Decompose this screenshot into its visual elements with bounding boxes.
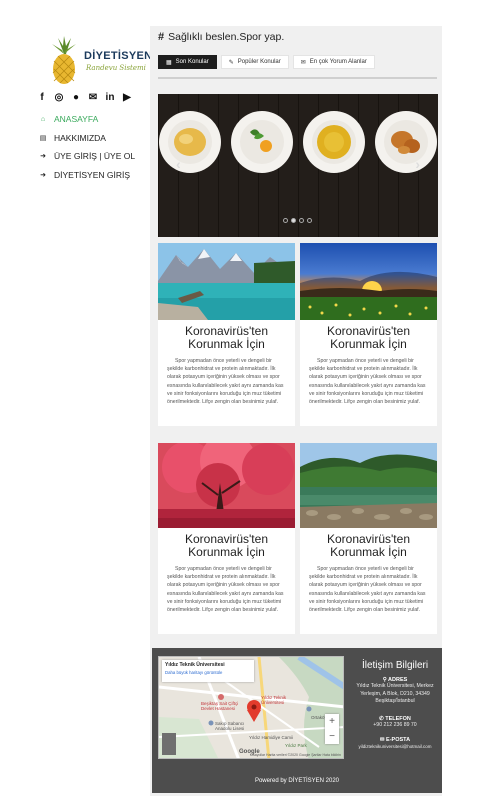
contact-info: İletişim Bilgileri ⚲ ADRES Yıldız Teknik… [352, 660, 438, 751]
nav-item-home[interactable]: ⌂ ANASAYFA [38, 110, 135, 129]
embedded-map[interactable]: Yıldız Teknik Üniversitesi Daha büyük ha… [158, 656, 344, 759]
nav-item-member-login[interactable]: ➜ ÜYE GİRİŞ | ÜYE OL [38, 147, 135, 166]
zoom-in-button[interactable]: + [329, 716, 335, 727]
map-larger-link[interactable]: Daha büyük haritayı görüntüle [165, 670, 251, 675]
address-value: Yıldız Teknik Üniversitesi, Merkez Yerle… [356, 683, 434, 704]
nav-item-about[interactable]: ▤ HAKKIMIZDA [38, 129, 135, 148]
instagram-icon[interactable]: ◎ [53, 91, 65, 103]
zoom-out-button[interactable]: − [329, 731, 335, 742]
article-image-lake [158, 243, 295, 320]
nav-item-dietitian-login[interactable]: ➜ DİYETİSYEN GİRİŞ [38, 166, 135, 185]
map-label: Yıldız Park [285, 743, 307, 748]
article-image-red-tree [158, 443, 295, 528]
carousel-dot-active[interactable] [291, 218, 296, 223]
tab-latest[interactable]: ▦ Son Konular [158, 55, 217, 69]
article-title[interactable]: Koronavirüs'ten Korunmak İçin [300, 533, 437, 559]
article-card[interactable]: Koronavirüs'ten Korunmak İçin Spor yapma… [158, 443, 295, 634]
tab-divider [158, 77, 437, 79]
brand-title: DİYETİSYEN [84, 50, 153, 62]
article-excerpt: Spor yapmadan önce yeterli ve dengeli bi… [167, 358, 284, 406]
article-card[interactable]: Koronavirüs'ten Korunmak İçin Spor yapma… [158, 243, 295, 426]
social-links: f ◎ ● ✉ in ▶ [36, 91, 133, 103]
facebook-icon[interactable]: f [36, 91, 48, 103]
carousel-dot[interactable] [299, 218, 304, 223]
tab-label: Son Konular [175, 59, 209, 65]
tab-label: Popüler Konular [237, 59, 281, 65]
carousel-dot[interactable] [283, 218, 288, 223]
home-icon: ⌂ [40, 115, 46, 123]
nav-label: ÜYE GİRİŞ | ÜYE OL [54, 151, 136, 162]
map-label: Yıldız Hamidiye Camii [249, 735, 294, 740]
sidebar: DİYETİSYEN Randevu Sistemi f ◎ ● ✉ in ▶ … [0, 0, 152, 805]
contact-title: İletişim Bilgileri [361, 660, 429, 671]
sign-in-icon: ➜ [40, 153, 46, 161]
map-attribution[interactable]: Kısayollar Harita verileri ©2020 Google … [250, 753, 341, 757]
nav-label: DİYETİSYEN GİRİŞ [54, 169, 131, 180]
article-image-forest-lake [300, 443, 437, 528]
brand-subtitle: Randevu Sistemi [86, 64, 146, 72]
sign-in-icon: ➜ [40, 171, 46, 179]
map-zoom-controls: + − [325, 714, 339, 744]
article-image-sunset [300, 243, 437, 320]
carousel-next-button[interactable]: › [415, 156, 420, 172]
youtube-icon[interactable]: ▶ [121, 91, 133, 103]
nav-label: ANASAYFA [54, 114, 99, 125]
page-title: # Sağlıklı beslen.Spor yap. [158, 31, 284, 43]
article-title[interactable]: Koronavirüs'ten Korunmak İçin [158, 533, 295, 559]
page-title-text: Sağlıklı beslen.Spor yap. [168, 31, 285, 43]
tab-popular[interactable]: ✎ Popüler Konular [220, 55, 289, 69]
map-place-name: Yıldız Teknik Üniversitesi [165, 662, 225, 668]
map-info-card: Yıldız Teknik Üniversitesi Daha büyük ha… [162, 660, 254, 682]
carousel-indicators [283, 218, 312, 223]
food-plates-image [158, 94, 438, 237]
main-nav: ⌂ ANASAYFA ▤ HAKKIMIZDA ➜ ÜYE GİRİŞ | ÜY… [38, 110, 135, 184]
powered-by: Powered by DİYETİSYEN 2020 [254, 778, 340, 784]
article-card[interactable]: Koronavirüs'ten Korunmak İçin Spor yapma… [300, 243, 437, 426]
snapchat-icon[interactable]: ● [70, 91, 82, 103]
tab-label: En çok Yorum Alanlar [309, 59, 367, 65]
article-card[interactable]: Koronavirüs'ten Korunmak İçin Spor yapma… [300, 443, 437, 634]
article-excerpt: Spor yapmadan önce yeterli ve dengeli bi… [309, 566, 426, 614]
image-carousel[interactable]: ‹ › [158, 94, 438, 237]
topic-tabs: ▦ Son Konular ✎ Popüler Konular ✉ En çok… [158, 55, 375, 69]
article-excerpt: Spor yapmadan önce yeterli ve dengeli bi… [167, 566, 284, 614]
article-excerpt: Spor yapmadan önce yeterli ve dengeli bi… [309, 358, 426, 406]
site-footer: Yıldız Teknik Üniversitesi Daha büyük ha… [152, 648, 442, 793]
carousel-prev-button[interactable]: ‹ [176, 156, 181, 172]
comment-icon: ✉ [300, 59, 306, 66]
id-card-icon: ▤ [39, 134, 47, 142]
brand-logo[interactable]: DİYETİSYEN Randevu Sistemi [46, 36, 152, 86]
grid-icon: ▦ [166, 59, 172, 66]
map-label: Yıldız Teknik Üniversitesi [261, 695, 287, 705]
carousel-dot[interactable] [307, 218, 312, 223]
mail-icon[interactable]: ✉ [87, 91, 99, 103]
article-title[interactable]: Koronavirüs'ten Korunmak İçin [158, 325, 295, 351]
hash-icon: # [158, 31, 165, 43]
map-label: Sakıp Sabancı Anadolu Lisesi [215, 721, 245, 731]
map-label: Beşiktaş Sait Çiftçi Devlet Hastanesi [201, 701, 239, 711]
pineapple-icon [52, 36, 76, 84]
phone-value: +90 212 236 89 70 [373, 721, 417, 728]
tab-most-commented[interactable]: ✉ En çok Yorum Alanlar [292, 55, 375, 69]
nav-label: HAKKIMIZDA [54, 132, 106, 143]
email-value[interactable]: yildizteknikuniversitesi@hotmail.com [352, 743, 438, 751]
linkedin-icon[interactable]: in [104, 91, 116, 103]
article-title[interactable]: Koronavirüs'ten Korunmak İçin [300, 325, 437, 351]
pen-icon: ✎ [228, 59, 234, 66]
